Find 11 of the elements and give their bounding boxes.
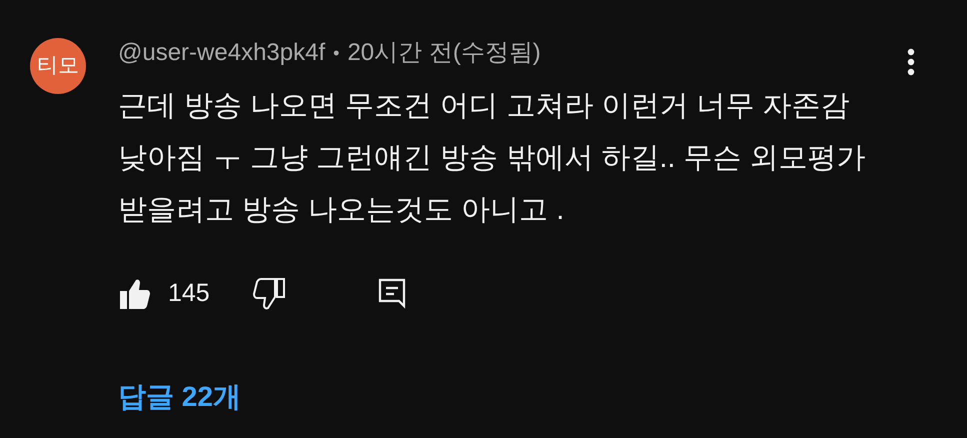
- dislike-button[interactable]: [252, 277, 286, 311]
- like-count: 145: [168, 278, 210, 310]
- separator: •: [333, 42, 340, 65]
- comment-text: 근데 방송 나오면 무조건 어디 고쳐라 이런거 너무 자존감 낮아짐 ㅜ 그냥 그런얘긴 방송 밖에서 하길.. 무슨 외모평가 받을려고 방송 나오는것도 아니고 .: [118, 89, 867, 228]
- more-menu-icon[interactable]: [907, 48, 915, 76]
- replies-link[interactable]: 답글 22개: [118, 376, 241, 418]
- avatar[interactable]: 티모: [30, 38, 86, 94]
- reply-icon[interactable]: [378, 278, 406, 310]
- author-name[interactable]: @user-we4xh3pk4f: [118, 38, 326, 68]
- like-button[interactable]: [118, 277, 152, 311]
- timestamp: 20시간 전(수정됨): [347, 38, 541, 68]
